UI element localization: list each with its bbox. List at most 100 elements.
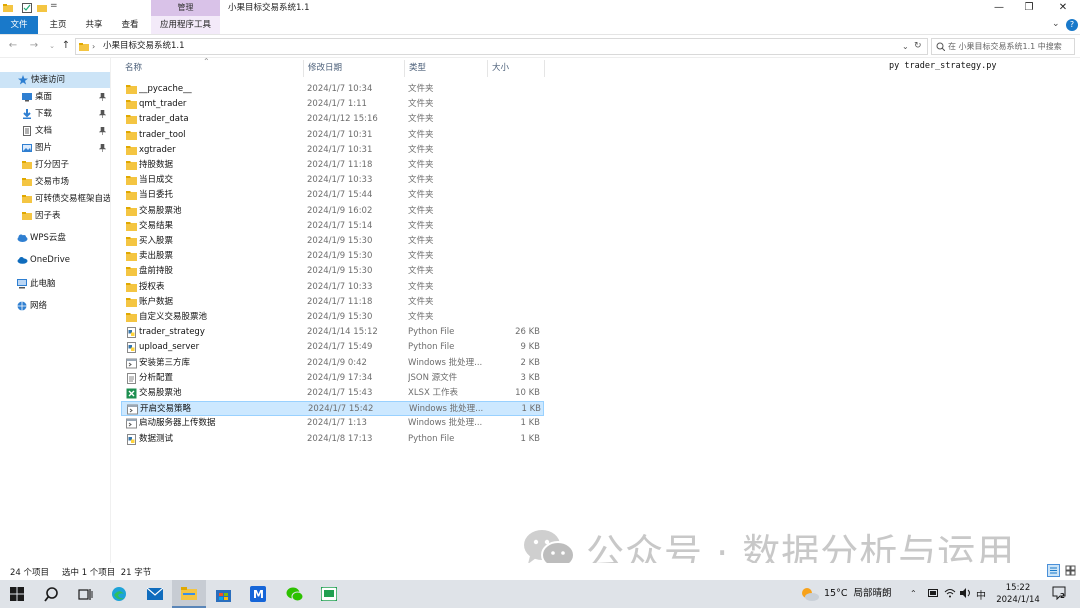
clock-date: 2024/1/14 [996,595,1040,605]
file-name: 买入股票 [139,236,174,246]
tab-app-tools[interactable]: 应用程序工具 [151,16,220,34]
sidebar-item-6[interactable]: 交易市场 [0,174,110,190]
file-size: 2 KB [520,357,540,368]
file-row[interactable]: 买入股票 2024/1/9 15:30 文件夹 [121,234,544,249]
sidebar-item-7[interactable]: 可转债交易框架自选 [0,191,110,207]
file-row[interactable]: trader_strategy 2024/1/14 15:12 Python Fil… [121,325,544,340]
sidebar-item-4[interactable]: 图片 [0,140,110,156]
column-header-type[interactable]: 类型 [405,60,488,77]
app-m-icon[interactable]: M [241,580,275,608]
tab-share[interactable]: 共享 [80,16,108,34]
file-row[interactable]: 盘前持股 2024/1/9 15:30 文件夹 [121,264,544,279]
details-view-icon[interactable] [1047,564,1060,577]
large-icons-view-icon[interactable] [1064,564,1077,577]
up-arrow-icon[interactable]: ↑ [58,38,74,54]
file-row[interactable]: trader_data 2024/1/12 15:16 文件夹 [121,112,544,127]
file-row[interactable]: 交易股票池 2024/1/7 15:43 XLSX 工作表 10 KB [121,386,544,401]
file-row[interactable]: 交易股票池 2024/1/9 16:02 文件夹 [121,204,544,219]
file-row[interactable]: 账户数据 2024/1/7 11:18 文件夹 [121,295,544,310]
tab-file[interactable]: 文件 [0,16,38,34]
file-row[interactable]: upload_server 2024/1/7 15:49 Python File 9 … [121,340,544,355]
close-button[interactable]: ✕ [1048,0,1078,16]
column-header-size[interactable]: 大小 [488,60,545,77]
mail-icon[interactable] [138,580,172,608]
file-name: trader_strategy [139,327,205,338]
ime-indicator[interactable]: 中 [976,587,986,602]
battery-icon[interactable] [928,589,939,597]
refresh-icon[interactable]: ↻ [914,39,922,54]
tab-home[interactable]: 主页 [44,16,72,34]
file-row[interactable]: 当日成交 2024/1/7 10:33 文件夹 [121,173,544,188]
wechat-icon[interactable] [277,580,311,608]
sidebar-item-3[interactable]: 文档 [0,123,110,139]
file-name: 交易股票池 [139,388,182,398]
file-explorer-icon[interactable] [172,580,206,608]
sidebar-item-12[interactable]: 网络 [0,298,110,314]
folder-icon [126,175,137,186]
file-row[interactable]: 交易结果 2024/1/7 15:14 文件夹 [121,219,544,234]
sidebar-item-10[interactable]: OneDrive [0,252,110,268]
file-type: Windows 批处理... [408,357,483,368]
sidebar-item-1[interactable]: 桌面 [0,89,110,105]
file-name: 数据测试 [139,433,174,444]
file-row[interactable]: trader_tool 2024/1/7 10:31 文件夹 [121,128,544,143]
file-name: qmt_trader [139,99,187,110]
file-row[interactable]: 授权表 2024/1/7 10:33 文件夹 [121,280,544,295]
new-folder-icon[interactable] [37,3,47,13]
address-dropdown-icon[interactable]: ⌄ [902,39,909,54]
file-size: 3 KB [520,372,540,383]
terminal-app-icon[interactable] [312,580,346,608]
task-view-icon[interactable] [68,580,102,608]
file-row[interactable]: 当日委托 2024/1/7 15:44 文件夹 [121,188,544,203]
help-icon[interactable]: ? [1066,19,1078,31]
sidebar-item-5[interactable]: 打分因子 [0,157,110,173]
sidebar-item-8[interactable]: 因子表 [0,208,110,224]
file-row[interactable]: 安装第三方库 2024/1/9 0:42 Windows 批处理... 2 KB [121,356,544,371]
ribbon-collapse-icon[interactable]: ⌄ [1052,19,1060,29]
address-bar[interactable]: › 小果目标交易系统1.1 ⌄ ↻ [75,38,928,55]
breadcrumb-chevron-icon[interactable]: › [92,39,95,54]
notification-count-badge: 2 [1060,592,1065,600]
column-header-name[interactable]: 名称 [121,60,304,77]
folder-icon [3,3,13,13]
weather-widget[interactable]: 15°C 局部晴朗 [800,580,892,608]
edge-browser-icon[interactable] [102,580,136,608]
file-row[interactable]: qmt_trader 2024/1/7 1:11 文件夹 [121,97,544,112]
file-row[interactable]: 卖出股票 2024/1/9 15:30 文件夹 [121,249,544,264]
volume-icon[interactable] [960,588,972,598]
start-button[interactable] [0,580,34,608]
sidebar-item-9[interactable]: WPS云盘 [0,230,110,246]
tray-chevron-icon[interactable]: ⌃ [910,589,917,598]
wifi-icon[interactable] [944,588,956,598]
clock[interactable]: 15:22 2024/1/14 [990,582,1046,606]
file-type: 文件夹 [408,114,434,125]
file-row[interactable]: 持股数据 2024/1/7 11:18 文件夹 [121,158,544,173]
forward-arrow-icon[interactable]: → [26,38,42,54]
search-taskbar-icon[interactable] [34,580,68,608]
file-row[interactable]: __pycache__ 2024/1/7 10:34 文件夹 [121,82,544,97]
minimize-button[interactable]: — [984,0,1014,16]
file-name: 当日委托 [139,190,174,201]
file-row[interactable]: 开启交易策略 2024/1/7 15:42 Windows 批处理... 1 KB [121,401,544,417]
manage-contextual-tab[interactable]: 管理 [151,0,220,16]
properties-icon[interactable] [22,3,32,13]
file-row[interactable]: 自定义交易股票池 2024/1/9 15:30 文件夹 [121,310,544,325]
restore-button[interactable]: ❐ [1014,0,1044,16]
file-type: Windows 批处理... [408,418,483,429]
sidebar-item-2[interactable]: 下载 [0,106,110,122]
column-header-date[interactable]: 修改日期 [304,60,405,77]
file-name: 盘前持股 [139,266,174,277]
back-arrow-icon[interactable]: ← [5,38,21,54]
sidebar-item-0[interactable]: 快速访问 [0,72,110,88]
search-input[interactable]: 在 小果目标交易系统1.1 中搜索 [931,38,1075,55]
file-row[interactable]: xgtrader 2024/1/7 10:31 文件夹 [121,143,544,158]
sidebar-item-11[interactable]: 此电脑 [0,276,110,292]
file-row[interactable]: 启动服务器上传数据 2024/1/7 1:13 Windows 批处理... 1 KB [121,416,544,431]
python-file-icon [126,327,137,339]
tab-view[interactable]: 查看 [116,16,144,34]
qat-dropdown[interactable]: = [50,1,58,11]
store-icon[interactable] [206,580,240,608]
breadcrumb[interactable]: 小果目标交易系统1.1 [103,39,185,54]
file-row[interactable]: 分析配置 2024/1/9 17:34 JSON 源文件 3 KB [121,371,544,386]
file-row[interactable]: 数据测试 2024/1/8 17:13 Python File 1 KB [121,432,544,447]
